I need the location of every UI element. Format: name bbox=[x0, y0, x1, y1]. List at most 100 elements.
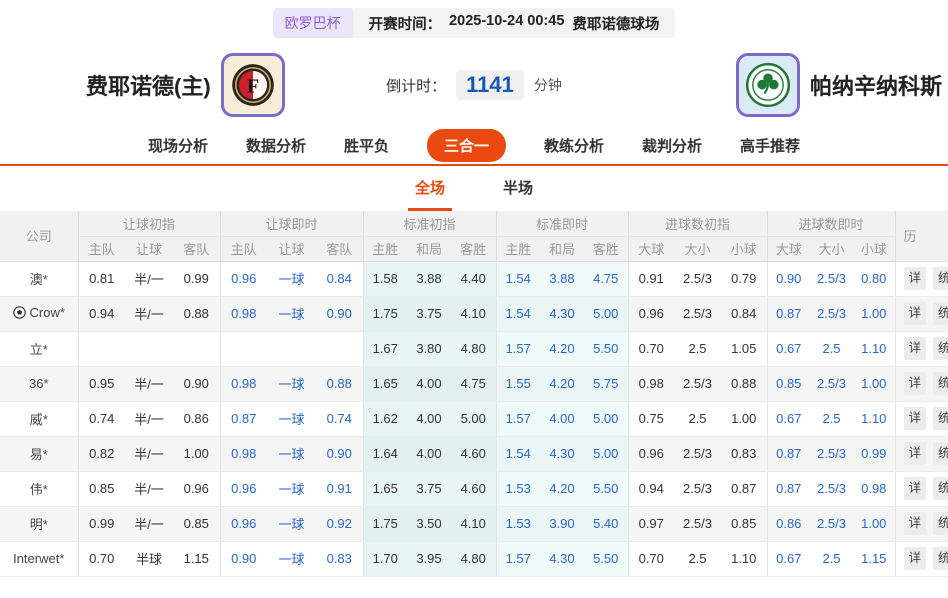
svg-text:F: F bbox=[247, 75, 259, 97]
nav-tab[interactable]: 数据分析 bbox=[246, 135, 306, 156]
odds-cell: 0.84 bbox=[721, 296, 767, 331]
odds-cell: 5.50 bbox=[584, 541, 628, 576]
odds-cell: 0.99 bbox=[78, 506, 125, 541]
stats-button[interactable]: 统 bbox=[933, 302, 948, 325]
detail-button[interactable]: 详 bbox=[904, 267, 927, 290]
odds-cell: 2.5/3 bbox=[810, 471, 853, 506]
odds-cell bbox=[267, 331, 316, 366]
table-row: 伟*0.85半/一0.960.96一球0.911.653.754.601.534… bbox=[0, 471, 948, 506]
odds-cell: 0.85 bbox=[767, 366, 810, 401]
odds-cell: 0.85 bbox=[721, 506, 767, 541]
company-cell: 易* bbox=[0, 436, 78, 471]
company-cell: 伟* bbox=[0, 471, 78, 506]
odds-cell: 2.5 bbox=[810, 331, 853, 366]
odds-cell: 4.80 bbox=[451, 541, 496, 576]
stats-button[interactable]: 统 bbox=[933, 407, 948, 430]
odds-cell: 0.96 bbox=[628, 436, 674, 471]
odds-cell: 2.5/3 bbox=[674, 261, 721, 296]
odds-cell: 1.53 bbox=[496, 471, 540, 506]
odds-cell: 半/一 bbox=[125, 401, 173, 436]
odds-cell: 3.75 bbox=[407, 471, 451, 506]
odds-cell: 0.87 bbox=[220, 401, 267, 436]
countdown-label: 倒计时： bbox=[386, 75, 446, 96]
nav-tab[interactable]: 高手推荐 bbox=[740, 135, 800, 156]
actions-cell: 详统 bbox=[895, 506, 948, 541]
odds-cell: 半/一 bbox=[125, 366, 173, 401]
company-cell: 澳* bbox=[0, 261, 78, 296]
odds-cell: 0.87 bbox=[767, 471, 810, 506]
company-cell: 威* bbox=[0, 401, 78, 436]
detail-button[interactable]: 详 bbox=[904, 547, 927, 570]
stats-button[interactable]: 统 bbox=[933, 267, 948, 290]
feyenoord-crest-icon: F bbox=[228, 60, 278, 110]
odds-cell: 0.84 bbox=[316, 261, 363, 296]
odds-cell: 0.83 bbox=[316, 541, 363, 576]
odds-cell: 半/一 bbox=[125, 261, 173, 296]
sub-header: 主队 bbox=[220, 236, 267, 261]
nav-tab[interactable]: 裁判分析 bbox=[642, 135, 702, 156]
odds-cell: 0.67 bbox=[767, 401, 810, 436]
period-tab[interactable]: 全场 bbox=[408, 166, 452, 211]
stats-button[interactable]: 统 bbox=[933, 547, 948, 570]
group-header: 标准即时 bbox=[496, 211, 628, 236]
stats-button[interactable]: 统 bbox=[933, 337, 948, 360]
odds-cell: 0.90 bbox=[316, 296, 363, 331]
odds-cell: 0.80 bbox=[853, 261, 895, 296]
odds-cell: 1.65 bbox=[363, 471, 407, 506]
period-tab[interactable]: 半场 bbox=[496, 166, 540, 211]
table-row: 易*0.82半/一1.000.98一球0.901.644.004.601.544… bbox=[0, 436, 948, 471]
detail-button[interactable]: 详 bbox=[904, 372, 927, 395]
odds-cell: 0.97 bbox=[628, 506, 674, 541]
detail-button[interactable]: 详 bbox=[904, 302, 927, 325]
odds-cell: 0.95 bbox=[78, 366, 125, 401]
odds-cell: 0.90 bbox=[767, 261, 810, 296]
odds-cell: 4.75 bbox=[584, 261, 628, 296]
odds-cell: 0.82 bbox=[78, 436, 125, 471]
detail-button[interactable]: 详 bbox=[904, 477, 927, 500]
odds-cell: 0.74 bbox=[78, 401, 125, 436]
odds-cell: 1.05 bbox=[721, 331, 767, 366]
odds-cell: 半/一 bbox=[125, 436, 173, 471]
odds-cell: 1.00 bbox=[853, 366, 895, 401]
odds-cell: 4.00 bbox=[407, 436, 451, 471]
stats-button[interactable]: 统 bbox=[933, 372, 948, 395]
odds-cell bbox=[173, 331, 220, 366]
stats-button[interactable]: 统 bbox=[933, 512, 948, 535]
odds-table-head: 公司让球初指让球即时标准初指标准即时进球数初指进球数即时历 主队让球客队主队让球… bbox=[0, 211, 948, 261]
nav-tab[interactable]: 现场分析 bbox=[148, 135, 208, 156]
nav-tab[interactable]: 胜平负 bbox=[344, 135, 389, 156]
stats-button[interactable]: 统 bbox=[933, 477, 948, 500]
nav-tab[interactable]: 三合一 bbox=[427, 129, 506, 162]
table-row: Interwet*0.70半球1.150.90一球0.831.703.954.8… bbox=[0, 541, 948, 576]
odds-cell: 5.50 bbox=[584, 331, 628, 366]
nav-tabs: 现场分析 数据分析 胜平负 三合一 教练分析 裁判分析 高手推荐 bbox=[0, 126, 948, 166]
period-tabs: 全场半场 bbox=[0, 166, 948, 211]
odds-cell: 1.55 bbox=[496, 366, 540, 401]
stats-button[interactable]: 统 bbox=[933, 442, 948, 465]
table-row: 36*0.95半/一0.900.98一球0.881.654.004.751.55… bbox=[0, 366, 948, 401]
sub-header: 和局 bbox=[540, 236, 584, 261]
sub-header: 客队 bbox=[316, 236, 363, 261]
nav-tab[interactable]: 教练分析 bbox=[544, 135, 604, 156]
odds-cell bbox=[316, 331, 363, 366]
odds-cell: 4.75 bbox=[451, 366, 496, 401]
sub-header: 和局 bbox=[407, 236, 451, 261]
odds-cell: 4.40 bbox=[451, 261, 496, 296]
odds-cell: 0.96 bbox=[220, 261, 267, 296]
odds-cell bbox=[125, 331, 173, 366]
sub-header: 大小 bbox=[674, 236, 721, 261]
odds-cell: 0.87 bbox=[721, 471, 767, 506]
history-header: 历 bbox=[895, 211, 948, 261]
detail-button[interactable]: 详 bbox=[904, 337, 927, 360]
actions-cell: 详统 bbox=[895, 471, 948, 506]
table-row: Crow*0.94半/一0.880.98一球0.901.753.754.101.… bbox=[0, 296, 948, 331]
detail-button[interactable]: 详 bbox=[904, 407, 927, 430]
odds-cell: 0.98 bbox=[220, 436, 267, 471]
group-header: 进球数即时 bbox=[767, 211, 895, 236]
sub-header: 让球 bbox=[267, 236, 316, 261]
detail-button[interactable]: 详 bbox=[904, 512, 927, 535]
odds-cell: 2.5/3 bbox=[810, 366, 853, 401]
odds-cell: 0.94 bbox=[78, 296, 125, 331]
company-cell: Crow* bbox=[0, 296, 78, 331]
detail-button[interactable]: 详 bbox=[904, 442, 927, 465]
